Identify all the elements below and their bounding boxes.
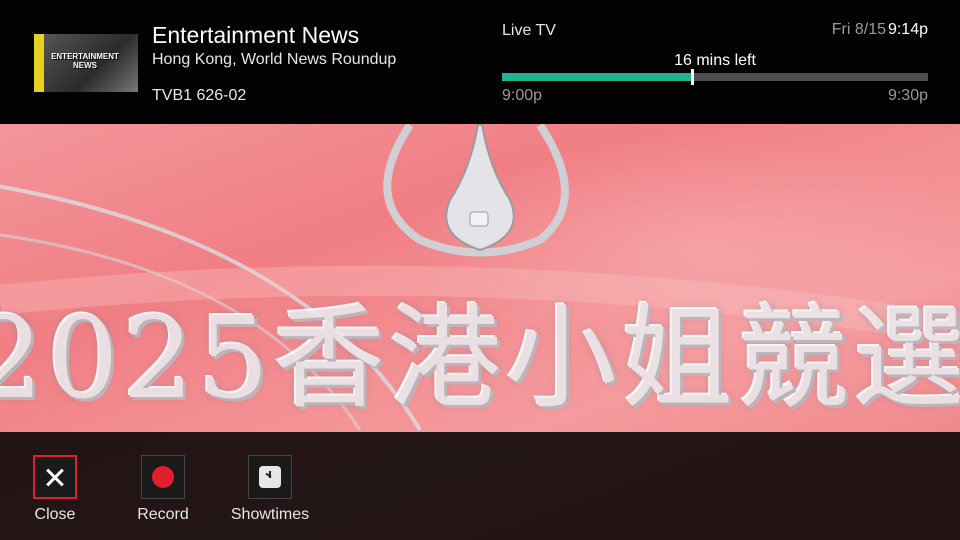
program-title: Entertainment News <box>152 22 360 48</box>
record-button-box[interactable] <box>141 455 185 499</box>
thumbnail-logo-line1: ENTERTAINMENT <box>51 52 119 61</box>
thumbnail-logo-line2: NEWS <box>73 61 97 70</box>
close-button-box[interactable] <box>33 455 77 499</box>
progress-marker <box>690 69 694 85</box>
program-subtitle: Hong Kong, World News Roundup <box>152 51 397 68</box>
close-button[interactable]: Close <box>5 455 105 524</box>
live-tv-label: Live TV <box>502 22 556 39</box>
program-info-bar: ENTERTAINMENT NEWS Entertainment News Ho… <box>0 0 960 124</box>
record-button-label: Record <box>137 506 189 523</box>
thumbnail-accent <box>34 34 44 92</box>
current-time: 9:14p <box>887 21 928 38</box>
channel-number: TVB1 626-02 <box>152 87 247 104</box>
time-remaining: 16 mins left <box>674 52 756 69</box>
program-progress-bar <box>502 69 928 85</box>
current-date: Fri 8/15 <box>831 21 886 38</box>
showtimes-button[interactable]: Showtimes <box>220 455 320 524</box>
close-button-label: Close <box>34 506 76 523</box>
close-icon <box>35 457 75 497</box>
program-end-time: 9:30p <box>887 87 928 104</box>
thumbnail-logo: ENTERTAINMENT NEWS <box>48 52 122 70</box>
progress-fill <box>502 73 692 81</box>
showtimes-button-label: Showtimes <box>230 506 310 523</box>
clock-icon <box>259 466 281 488</box>
record-icon <box>152 466 174 488</box>
showtimes-button-box[interactable] <box>248 455 292 499</box>
program-start-time: 9:00p <box>502 87 543 104</box>
record-button[interactable]: Record <box>113 455 213 524</box>
program-thumbnail: ENTERTAINMENT NEWS <box>34 34 138 92</box>
video-overlay-title: 2025香港小姐競選 <box>0 294 960 424</box>
action-bar: Close Record Showtimes <box>0 432 960 540</box>
